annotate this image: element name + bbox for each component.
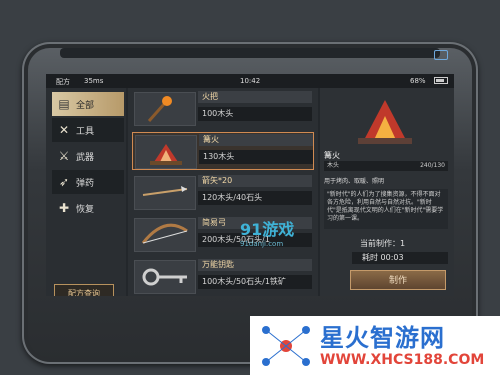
status-bar: 配方 35ms 10:42 68% — [46, 74, 454, 88]
list-item-master-key[interactable]: 万能钥匙 100木头/50石头/1铁矿 — [132, 258, 314, 296]
resource-name: 木头 — [327, 162, 340, 169]
item-cost: 100木头 — [198, 107, 312, 121]
campfire-icon — [135, 135, 197, 169]
sidebar-item-ammo[interactable]: ➶ 弹药 — [52, 170, 124, 194]
recipe-lookup-button[interactable]: 配方查询 — [54, 284, 114, 296]
torch-icon — [134, 92, 196, 126]
sidebar-item-all[interactable]: ▤ 全部 — [52, 92, 124, 116]
item-name: 篝火 — [199, 134, 313, 146]
detail-use: 用于烤肉、取暖、照明 — [324, 178, 385, 185]
resource-count: 240/130 — [420, 162, 445, 169]
battery-label: 68% — [410, 77, 426, 85]
campfire-icon — [350, 94, 420, 146]
time-value: 00:03 — [380, 253, 404, 262]
make-button[interactable]: 制作 — [350, 270, 446, 290]
site-watermark: 91游戏 91danji.com — [240, 216, 294, 248]
item-cost: 100木头/50石头/1铁矿 — [198, 275, 312, 289]
chest-icon: ▤ — [58, 97, 70, 111]
bezel-top-bar — [60, 48, 440, 58]
resource-row: 木头 240/130 — [324, 161, 448, 171]
watermark-site-url: 91danji.com — [240, 240, 284, 248]
weapons-icon: ⚔ — [58, 149, 70, 163]
key-icon — [134, 260, 196, 294]
tools-icon: ✕ — [58, 123, 70, 137]
sidebar-item-label: 恢复 — [76, 205, 95, 215]
item-cost: 130木头 — [199, 150, 313, 164]
network-logo-icon — [262, 326, 310, 366]
item-name: 万能钥匙 — [198, 259, 312, 271]
item-detail-panel: 篝火 木头 240/130 用于烤肉、取暖、照明 "新时代"的人们为了搜集资源，… — [320, 88, 454, 296]
bandage-icon: ✚ — [58, 201, 70, 215]
sidebar-item-weapons[interactable]: ⚔ 武器 — [52, 144, 124, 168]
arrow-icon — [134, 176, 196, 210]
time-label: 耗时 — [362, 253, 378, 262]
craft-time: 耗时 00:03 — [352, 252, 448, 264]
sidebar-item-tools[interactable]: ✕ 工具 — [52, 118, 124, 142]
battery-icon — [434, 77, 448, 84]
signal-label: 35ms — [84, 77, 104, 85]
sidebar-item-label: 全部 — [76, 101, 95, 111]
device-screen: 配方 35ms 10:42 68% ▤ 全部 ✕ 工具 ⚔ 武器 ➶ 弹药 ✚ … — [46, 74, 454, 296]
list-item-arrows[interactable]: 箭矢*20 120木头/40石头 — [132, 174, 314, 212]
item-name: 箭矢*20 — [198, 175, 312, 187]
list-item-torch[interactable]: 火把 100木头 — [132, 90, 314, 128]
list-item-campfire[interactable]: 篝火 130木头 — [132, 132, 314, 170]
brand-watermark: 星火智游网 WWW.XHCS188.COM — [250, 316, 500, 375]
power-icon[interactable] — [434, 50, 448, 60]
carrier-label: 配方 — [56, 78, 70, 86]
making-count: 当前制作：1 — [360, 239, 406, 248]
item-cost: 120木头/40石头 — [198, 191, 312, 205]
watermark-site: 91游戏 — [240, 220, 295, 239]
sidebar-item-label: 弹药 — [76, 179, 95, 189]
craft-list: 火把 100木头 篝火 130木头 箭矢*20 120木头/40石头 简易弓 2… — [128, 88, 318, 296]
category-sidebar: ▤ 全部 ✕ 工具 ⚔ 武器 ➶ 弹药 ✚ 恢复 配方查询 — [46, 88, 126, 296]
item-name: 火把 — [198, 91, 312, 103]
detail-description: "新时代"的人们为了搜集资源，不得不面对各方危险，利用自然与自然对抗。"新时代"… — [324, 189, 448, 229]
sidebar-item-recovery[interactable]: ✚ 恢复 — [52, 196, 124, 220]
brand-url: WWW.XHCS188.COM — [320, 352, 485, 368]
detail-title: 篝火 — [324, 151, 340, 160]
ammo-icon: ➶ — [58, 175, 70, 189]
brand-name: 星火智游网 — [320, 324, 445, 352]
bow-icon — [134, 218, 196, 252]
clock: 10:42 — [240, 77, 261, 85]
sidebar-item-label: 武器 — [76, 153, 95, 163]
sidebar-item-label: 工具 — [76, 127, 95, 137]
